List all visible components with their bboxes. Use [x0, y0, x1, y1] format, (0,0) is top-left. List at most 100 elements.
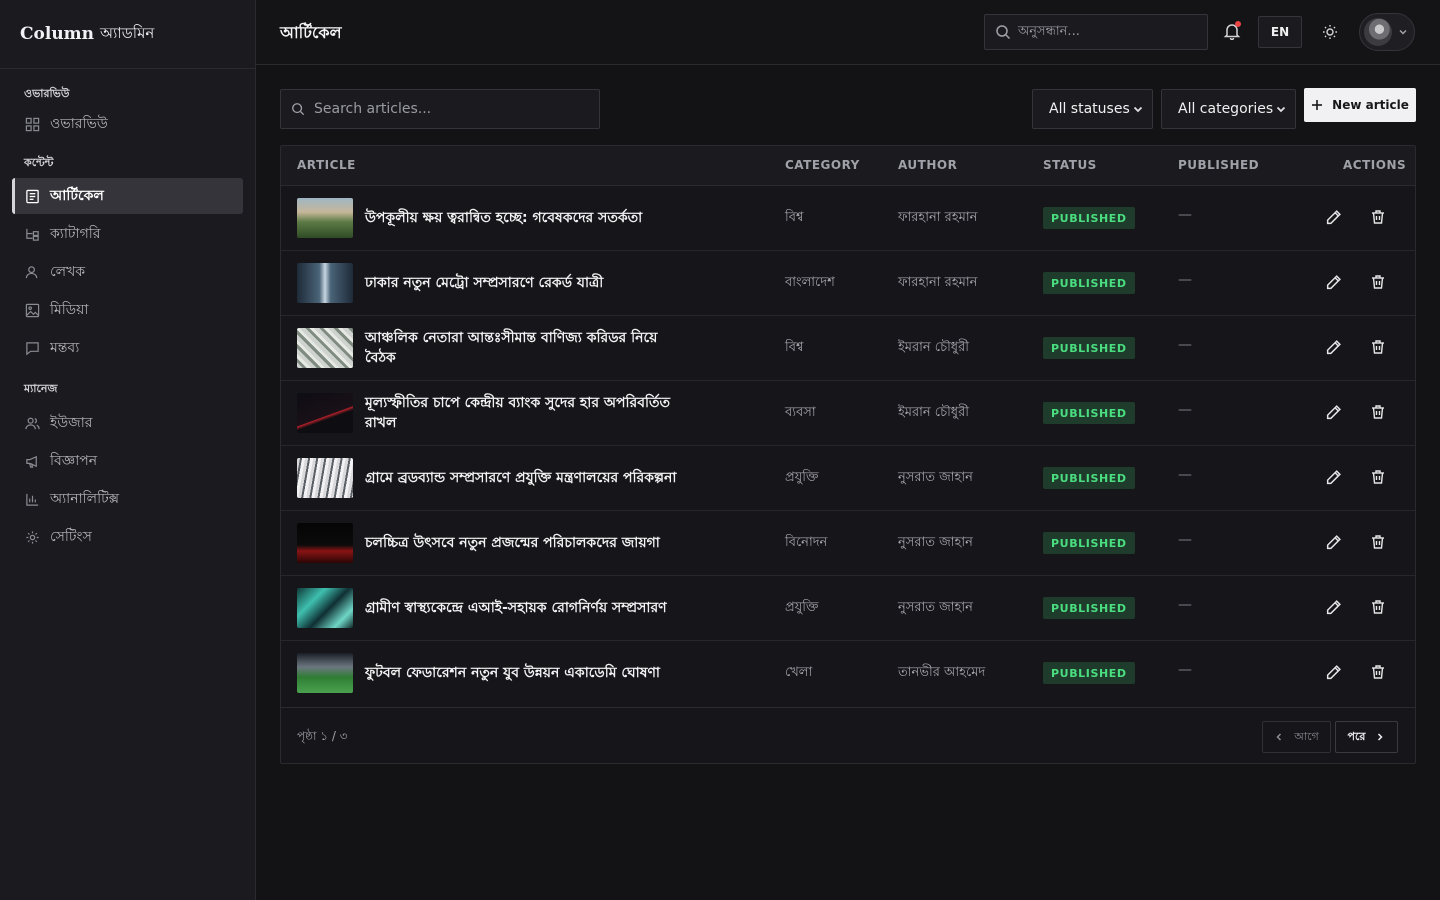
- category-filter-value: All categories: [1178, 101, 1274, 117]
- table-row[interactable]: গ্রামীণ স্বাস্থ্যকেন্দ্রে এআই-সহায়ক রোগ…: [281, 576, 1415, 641]
- prev-page-button[interactable]: আগে: [1262, 721, 1331, 753]
- delete-button[interactable]: [1370, 404, 1386, 420]
- status-badge: PUBLISHED: [1043, 467, 1135, 489]
- sidebar-item-categories[interactable]: ক্যাটাগরি: [12, 216, 243, 252]
- language-button[interactable]: EN: [1258, 16, 1302, 48]
- sidebar-item-authors[interactable]: লেখক: [12, 254, 243, 290]
- article-author: নুসরাত জাহান: [898, 600, 973, 615]
- edit-button[interactable]: [1325, 664, 1342, 681]
- edit-button[interactable]: [1325, 534, 1342, 551]
- column-header-published[interactable]: PUBLISHED: [1178, 158, 1259, 172]
- category-filter-select[interactable]: All categories: [1161, 89, 1296, 129]
- sidebar-item-comments[interactable]: মন্তব্য: [12, 330, 243, 366]
- chevron-down-icon: [1132, 103, 1144, 115]
- brand-name: Column: [20, 24, 95, 44]
- edit-button[interactable]: [1325, 274, 1342, 291]
- sidebar-item-label: অ্যানালিটিক্স: [50, 491, 120, 507]
- table-row[interactable]: ঢাকার নতুন মেট্রো সম্প্রসারণে রেকর্ড যাত…: [281, 251, 1415, 316]
- sidebar-item-users[interactable]: ইউজার: [12, 405, 243, 441]
- delete-button[interactable]: [1370, 599, 1386, 615]
- article-category: ব্যবসা: [785, 405, 816, 420]
- edit-button[interactable]: [1325, 599, 1342, 616]
- article-author: ইমরান চৌধুরী: [898, 340, 969, 355]
- status-filter-select[interactable]: All statuses: [1032, 89, 1153, 129]
- topbar: আর্টিকেল অনুসন্ধান... EN: [256, 0, 1440, 65]
- main-content: Search articles... All statuses All cate…: [280, 65, 1416, 764]
- sidebar-item-label: ক্যাটাগরি: [50, 226, 101, 242]
- published-date: —: [1178, 532, 1192, 548]
- column-header-status[interactable]: STATUS: [1043, 158, 1097, 172]
- trash-icon: [1370, 274, 1386, 290]
- table-row[interactable]: চলচ্চিত্র উৎসবে নতুন প্রজন্মের পরিচালকদে…: [281, 511, 1415, 576]
- sidebar-item-label: লেখক: [50, 264, 86, 280]
- theme-toggle-button[interactable]: [1318, 20, 1342, 44]
- avatar: [1364, 18, 1392, 46]
- article-title[interactable]: ফুটবল ফেডারেশন নতুন যুব উন্নয়ন একাডেমি …: [365, 663, 685, 683]
- table-row[interactable]: মূল্যস্ফীতির চাপে কেন্দ্রীয় ব্যাংক সুদে…: [281, 381, 1415, 446]
- sidebar-item-analytics[interactable]: অ্যানালিটিক্স: [12, 481, 243, 517]
- sidebar-item-articles[interactable]: আর্টিকেল: [12, 178, 243, 214]
- next-page-button[interactable]: পরে: [1335, 721, 1398, 753]
- table-header: ARTICLE CATEGORY AUTHOR STATUS PUBLISHED…: [281, 146, 1415, 186]
- articles-table: ARTICLE CATEGORY AUTHOR STATUS PUBLISHED…: [280, 145, 1416, 764]
- article-thumbnail: [297, 263, 353, 303]
- pencil-icon: [1325, 209, 1342, 226]
- plus-icon: [1311, 99, 1323, 111]
- table-row[interactable]: ফুটবল ফেডারেশন নতুন যুব উন্নয়ন একাডেমি …: [281, 641, 1415, 706]
- sidebar-item-overview[interactable]: ওভারভিউ: [12, 106, 243, 142]
- column-header-author[interactable]: AUTHOR: [898, 158, 957, 172]
- search-icon: [995, 24, 1011, 40]
- article-thumbnail: [297, 523, 353, 563]
- published-date: —: [1178, 662, 1192, 678]
- delete-button[interactable]: [1370, 469, 1386, 485]
- article-title[interactable]: চলচ্চিত্র উৎসবে নতুন প্রজন্মের পরিচালকদে…: [365, 533, 685, 553]
- sidebar-item-label: মিডিয়া: [50, 302, 89, 318]
- global-search-placeholder: অনুসন্ধান...: [1018, 23, 1080, 39]
- article-thumbnail: [297, 198, 353, 238]
- new-article-button[interactable]: New article: [1304, 88, 1416, 122]
- status-filter-value: All statuses: [1049, 101, 1130, 117]
- delete-button[interactable]: [1370, 534, 1386, 550]
- article-icon: [24, 188, 40, 204]
- edit-button[interactable]: [1325, 404, 1342, 421]
- pencil-icon: [1325, 469, 1342, 486]
- table-row[interactable]: গ্রামে ব্রডব্যান্ড সম্প্রসারণে প্রযুক্তি…: [281, 446, 1415, 511]
- edit-button[interactable]: [1325, 339, 1342, 356]
- delete-button[interactable]: [1370, 664, 1386, 680]
- column-header-category[interactable]: CATEGORY: [785, 158, 860, 172]
- delete-button[interactable]: [1370, 209, 1386, 225]
- sidebar-item-media[interactable]: মিডিয়া: [12, 292, 243, 328]
- pagination: পৃষ্ঠা ১ / ৩ আগে পরে: [281, 707, 1415, 764]
- article-category: বিনোদন: [785, 535, 828, 550]
- sidebar-item-label: আর্টিকেল: [50, 188, 104, 204]
- search-icon: [291, 102, 305, 116]
- sidebar-item-settings[interactable]: সেটিংস: [12, 519, 243, 555]
- article-search-input[interactable]: Search articles...: [280, 89, 600, 129]
- article-category: প্রযুক্তি: [785, 600, 819, 615]
- articles-toolbar: Search articles... All statuses All cate…: [280, 65, 1416, 145]
- article-title[interactable]: মূল্যস্ফীতির চাপে কেন্দ্রীয় ব্যাংক সুদে…: [365, 393, 685, 433]
- user-menu-button[interactable]: [1359, 13, 1415, 51]
- delete-button[interactable]: [1370, 339, 1386, 355]
- article-title[interactable]: গ্রামে ব্রডব্যান্ড সম্প্রসারণে প্রযুক্তি…: [365, 468, 685, 488]
- article-title[interactable]: গ্রামীণ স্বাস্থ্যকেন্দ্রে এআই-সহায়ক রোগ…: [365, 598, 685, 618]
- notifications-button[interactable]: [1221, 20, 1243, 42]
- delete-button[interactable]: [1370, 274, 1386, 290]
- column-header-article[interactable]: ARTICLE: [297, 158, 356, 172]
- next-page-label: পরে: [1347, 729, 1366, 743]
- global-search-input[interactable]: অনুসন্ধান...: [984, 14, 1208, 50]
- table-row[interactable]: আঞ্চলিক নেতারা আন্তঃসীমান্ত বাণিজ্য করিড…: [281, 316, 1415, 381]
- comment-icon: [24, 340, 40, 356]
- article-title[interactable]: আঞ্চলিক নেতারা আন্তঃসীমান্ত বাণিজ্য করিড…: [365, 328, 685, 368]
- article-title[interactable]: উপকূলীয় ক্ষয় ত্বরান্বিত হচ্ছে: গবেষকদে…: [365, 208, 685, 228]
- edit-button[interactable]: [1325, 209, 1342, 226]
- article-category: খেলা: [785, 665, 813, 680]
- sidebar-item-ads[interactable]: বিজ্ঞাপন: [12, 443, 243, 479]
- sun-icon: [1322, 24, 1338, 40]
- edit-button[interactable]: [1325, 469, 1342, 486]
- table-row[interactable]: উপকূলীয় ক্ষয় ত্বরান্বিত হচ্ছে: গবেষকদে…: [281, 186, 1415, 251]
- nav-heading-manage: ম্যানেজ: [24, 382, 58, 395]
- article-title[interactable]: ঢাকার নতুন মেট্রো সম্প্রসারণে রেকর্ড যাত…: [365, 273, 685, 293]
- page-indicator: পৃষ্ঠা ১ / ৩: [297, 729, 348, 743]
- brand-logo[interactable]: Column অ্যাডমিন: [0, 0, 255, 69]
